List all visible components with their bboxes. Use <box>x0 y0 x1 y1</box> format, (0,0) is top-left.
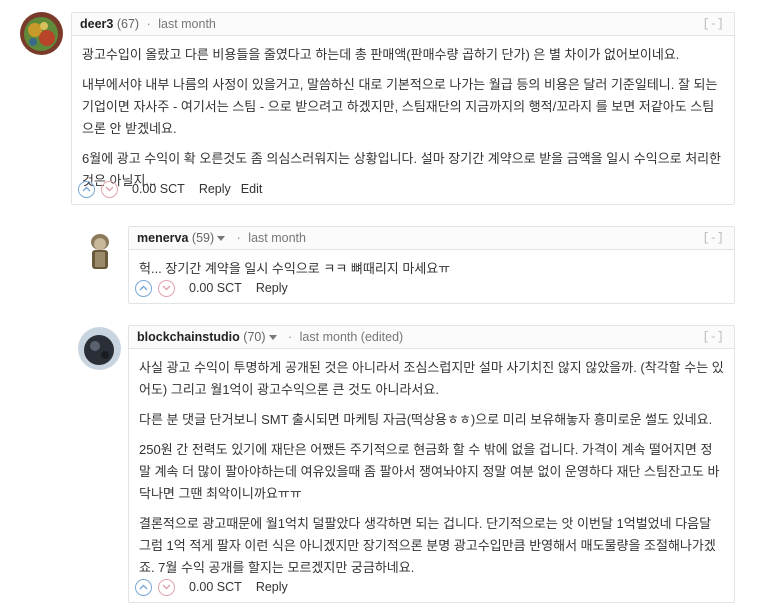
comment-paragraph: 광고수입이 올랐고 다른 비용들을 줄였다고 하는데 총 판매액(판매수량 곱하… <box>82 47 680 62</box>
author-reputation: (67) <box>116 17 140 31</box>
comment-paragraph: 다른 분 댓글 단거보니 SMT 출시되면 마케팅 자금(떡상용ㅎㅎ)으로 미리… <box>139 412 713 427</box>
comment-card: menerva (59) · last month [-] 헉... 장기간 계… <box>128 226 735 304</box>
comment-paragraph: 결론적으로 광고때문에 월1억치 덜팔았다 생각하면 되는 겁니다. 단기적으로… <box>139 516 716 575</box>
downvote-button[interactable] <box>158 578 175 596</box>
comment-time[interactable]: last month (edited) <box>300 330 404 344</box>
comment-header: menerva (59) · last month [-] <box>129 227 734 250</box>
collapse-toggle[interactable]: [-] <box>702 231 724 245</box>
comment-paragraph: 헉... 장기간 계약을 일시 수익으로 ㅋㅋ 뼈때리지 마세요ㅠ <box>139 261 451 276</box>
comment-footer: 0.00 SCT Reply Edit <box>78 179 272 199</box>
separator-dot: · <box>236 231 241 245</box>
upvote-button[interactable] <box>135 578 152 596</box>
avatar[interactable] <box>79 228 122 271</box>
comment-body: 사실 광고 수익이 투명하게 공개된 것은 아니라서 조심스럽지만 설마 사기치… <box>129 349 734 579</box>
author-name[interactable]: deer3 <box>80 17 113 31</box>
comment-body: 헉... 장기간 계약을 일시 수익으로 ㅋㅋ 뼈때리지 마세요ㅠ <box>129 250 734 280</box>
downvote-chevron-icon <box>105 186 114 192</box>
upvote-chevron-icon <box>139 584 148 590</box>
comment-card: blockchainstudio (70) · last month (edit… <box>128 325 735 603</box>
comment-time[interactable]: last month <box>158 17 216 31</box>
downvote-button[interactable] <box>101 180 118 198</box>
dropdown-caret-icon[interactable] <box>217 236 226 242</box>
edit-link[interactable]: Edit <box>241 182 263 196</box>
dropdown-caret-icon[interactable] <box>268 335 277 341</box>
upvote-button[interactable] <box>78 180 95 198</box>
downvote-chevron-icon <box>162 285 171 291</box>
upvote-chevron-icon <box>139 285 148 291</box>
reply-link[interactable]: Reply <box>256 281 288 295</box>
comment-paragraph: 250원 간 전력도 있기에 재단은 어쨌든 주기적으로 현금화 할 수 밖에 … <box>139 442 720 501</box>
payout-value[interactable]: 0.00 SCT <box>189 580 242 594</box>
author-name[interactable]: blockchainstudio <box>137 330 240 344</box>
payout-value[interactable]: 0.00 SCT <box>189 281 242 295</box>
separator-dot: · <box>288 330 293 344</box>
payout-value[interactable]: 0.00 SCT <box>132 182 185 196</box>
avatar[interactable] <box>78 327 121 370</box>
reply-link[interactable]: Reply <box>256 580 288 594</box>
comment-footer: 0.00 SCT Reply <box>135 577 298 597</box>
author-reputation: (59) <box>191 231 215 245</box>
author-reputation: (70) <box>243 330 266 344</box>
collapse-toggle[interactable]: [-] <box>702 330 724 344</box>
comment-time[interactable]: last month <box>248 231 306 245</box>
separator-dot: · <box>146 17 151 31</box>
author-name[interactable]: menerva <box>137 231 188 245</box>
comment-body: 광고수입이 올랐고 다른 비용들을 줄였다고 하는데 총 판매액(판매수량 곱하… <box>72 36 734 192</box>
comment-paragraph: 내부에서야 내부 나름의 사정이 있을거고, 말씀하신 대로 기본적으로 나가는… <box>82 77 718 136</box>
downvote-chevron-icon <box>162 584 171 590</box>
collapse-toggle[interactable]: [-] <box>702 17 724 31</box>
upvote-button[interactable] <box>135 279 152 297</box>
comment-footer: 0.00 SCT Reply <box>135 278 298 298</box>
comment-card: deer3 (67) · last month [-] 광고수입이 올랐고 다른… <box>71 12 735 205</box>
comment-header: deer3 (67) · last month [-] <box>72 13 734 36</box>
avatar[interactable] <box>20 12 63 55</box>
reply-link[interactable]: Reply <box>199 182 231 196</box>
upvote-chevron-icon <box>82 186 91 192</box>
comment-header: blockchainstudio (70) · last month (edit… <box>129 326 734 349</box>
comment-paragraph: 사실 광고 수익이 투명하게 공개된 것은 아니라서 조심스럽지만 설마 사기치… <box>139 360 724 397</box>
downvote-button[interactable] <box>158 279 175 297</box>
